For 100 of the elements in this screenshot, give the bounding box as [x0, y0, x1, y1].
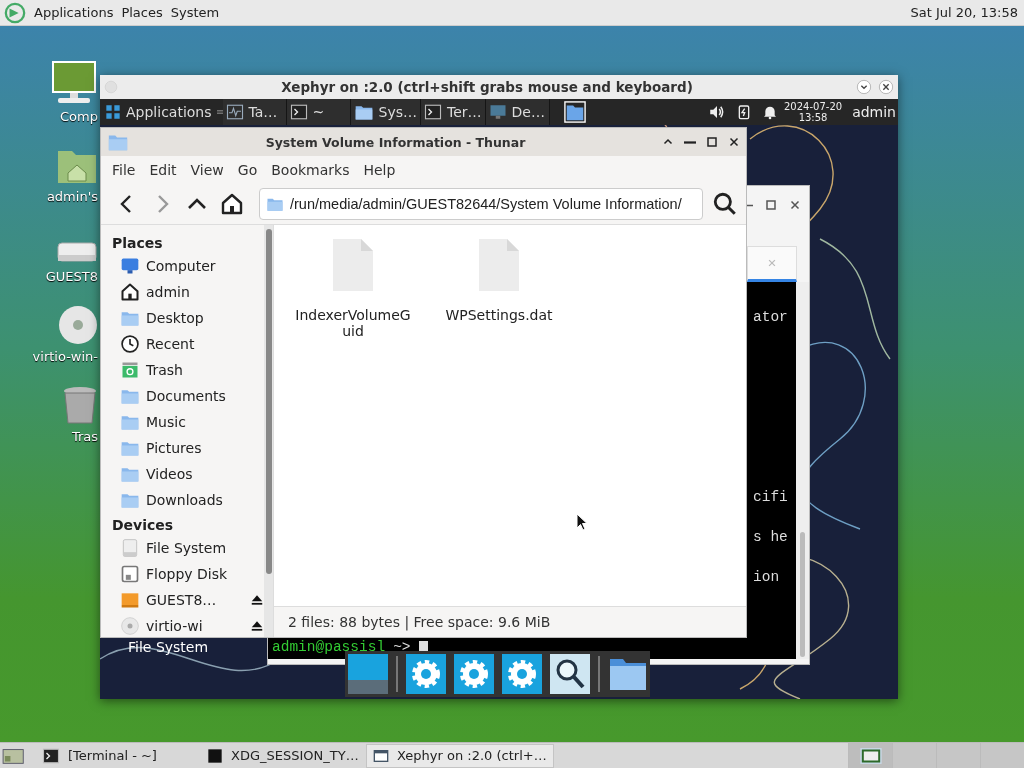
sidebar-item[interactable]: admin	[112, 279, 264, 305]
terminal-line: s he	[753, 528, 789, 547]
menu-item[interactable]: Help	[356, 158, 403, 182]
close-icon	[878, 79, 894, 95]
sidebar-item[interactable]: GUEST8…	[112, 587, 264, 613]
activity-icon	[225, 103, 244, 121]
drive-icon	[120, 590, 140, 610]
screen-icon	[347, 654, 388, 694]
trash-icon	[62, 385, 98, 425]
floppy-icon	[120, 564, 140, 584]
menu-item[interactable]: View	[183, 158, 231, 182]
terminal-icon	[289, 103, 308, 121]
search-icon	[712, 191, 738, 217]
terminal-tab[interactable]	[747, 246, 797, 282]
desktop-icon-label[interactable]: Tras	[71, 429, 98, 444]
disc-icon	[58, 305, 98, 345]
taskbar-button[interactable]: [Terminal - ~]	[36, 743, 201, 768]
panel-date: 2024-07-20	[784, 101, 843, 112]
prompt-host: admin@passisl	[272, 638, 386, 657]
clock-icon	[120, 334, 140, 354]
status-text: 2 files: 88 bytes | Free space: 9.6 MiB	[288, 614, 551, 630]
gear-icon	[405, 654, 446, 694]
menu-item[interactable]: Go	[230, 158, 265, 182]
window-title: Xephyr on :2.0 (ctrl+shift grabs mouse and keyboard)	[280, 79, 694, 95]
prompt-symbol: ~>	[393, 638, 411, 657]
menu-item[interactable]: Applications	[34, 5, 114, 20]
desktop-icon-label[interactable]: virtio-win-	[32, 349, 98, 364]
search-icon	[549, 654, 590, 694]
disc-icon	[120, 616, 140, 636]
applications-menu[interactable]: Applications	[100, 99, 217, 125]
taskbar-button[interactable]: Xephyr on :2.0 (ctrl+…	[366, 743, 554, 768]
terminal-icon	[207, 747, 223, 764]
mouse-pointer-icon	[576, 513, 588, 531]
user-name[interactable]: admin	[852, 104, 896, 120]
sidebar-item[interactable]: Recent	[112, 331, 264, 357]
sidebar-item[interactable]: Downloads	[112, 487, 264, 513]
bell-icon	[762, 104, 778, 120]
drive-icon	[120, 538, 140, 558]
close-icon	[728, 136, 740, 148]
task-button[interactable]: De…	[485, 99, 550, 125]
close-icon	[767, 258, 777, 268]
sidebar-item[interactable]: File System	[112, 535, 264, 561]
menu-item[interactable]: Edit	[142, 158, 184, 182]
gear-icon	[501, 654, 542, 694]
task-button[interactable]: Sys…	[350, 99, 421, 125]
task-button[interactable]: Ta…	[222, 99, 287, 125]
task-button[interactable]: Ter…	[421, 99, 486, 125]
maximize-icon	[706, 136, 718, 148]
home-icon	[220, 192, 244, 216]
sidebar-item[interactable]: Documents	[112, 383, 264, 409]
sidebar-item[interactable]: Pictures	[112, 435, 264, 461]
desktop-icon-label[interactable]: Comp	[60, 109, 98, 124]
window-icon	[857, 746, 884, 765]
document-item[interactable]: IndexerVolumeGuid	[284, 237, 422, 339]
location-field[interactable]: /run/media/admin/GUEST82644/System Volume Information/	[259, 188, 703, 220]
sidebar-item[interactable]: Computer	[112, 253, 264, 279]
window-icon	[373, 747, 389, 764]
terminal-line: ion	[753, 568, 781, 587]
sidebar-item[interactable]: virtio-wi	[112, 613, 264, 637]
maximize-icon	[765, 199, 777, 211]
gear-icon	[453, 654, 494, 694]
window-title: System Volume Information - Thunar	[264, 134, 527, 150]
workspace-button[interactable]	[848, 742, 892, 768]
scrollbar-thumb[interactable]	[800, 532, 805, 657]
clock: Sat Jul 20, 13:58	[910, 5, 1018, 20]
trash-icon	[120, 360, 140, 380]
menu-item[interactable]: File	[105, 158, 143, 182]
sidebar-item[interactable]: Desktop	[112, 305, 264, 331]
terminal-icon	[42, 746, 60, 765]
sidebar-item[interactable]: Trash	[112, 357, 264, 383]
sidebar-heading: Places	[112, 234, 164, 253]
minimize-icon	[684, 140, 696, 144]
menu-item[interactable]: System	[170, 5, 220, 20]
sidebar-item[interactable]: Music	[112, 409, 264, 435]
monitor-icon	[488, 103, 507, 121]
close-icon	[789, 199, 801, 211]
menu-item[interactable]: Bookmarks	[264, 158, 357, 182]
home-icon	[120, 282, 140, 302]
desktop-icon-label[interactable]: GUEST8	[45, 269, 98, 284]
desktop-icon-label[interactable]: admin's	[46, 189, 98, 204]
logo-icon	[4, 1, 26, 24]
document-item[interactable]: WPSettings.dat	[430, 237, 568, 323]
chevron-down-icon	[856, 79, 872, 95]
drive-icon	[56, 239, 98, 265]
monitor-icon	[120, 256, 140, 276]
scrollbar-thumb[interactable]	[266, 229, 272, 574]
menu-item[interactable]: Places	[121, 5, 163, 20]
terminal-line: ator	[753, 308, 789, 327]
sidebar-heading: Devices	[112, 516, 175, 535]
battery-icon	[736, 103, 752, 121]
sidebar-item[interactable]: Videos	[112, 461, 264, 487]
applications-icon	[105, 104, 121, 120]
terminal-icon	[424, 103, 442, 121]
taskbar-button[interactable]: XDG_SESSION_TY…	[201, 743, 366, 768]
panel-time: 13:58	[798, 112, 828, 123]
computer-icon	[50, 59, 98, 105]
terminal-line: cifi	[753, 488, 789, 507]
sidebar-item[interactable]: Floppy Disk	[112, 561, 264, 587]
desktop-icon-label[interactable]: File System	[128, 639, 209, 655]
task-button[interactable]: ~	[286, 99, 351, 125]
